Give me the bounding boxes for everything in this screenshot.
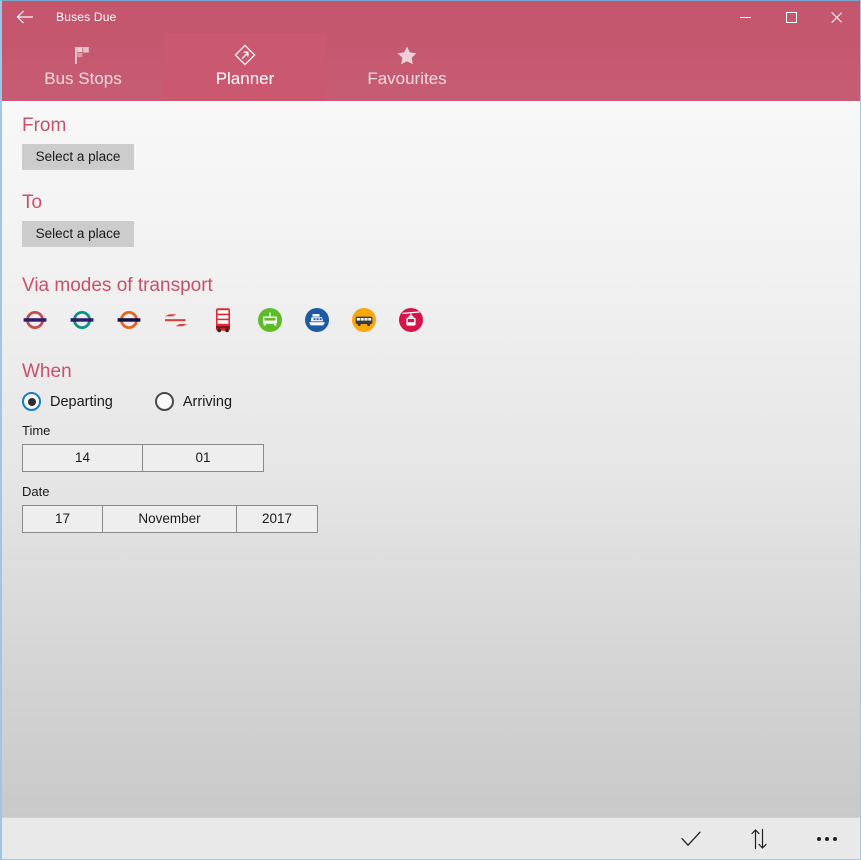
to-section-header: To <box>22 192 43 213</box>
tram-icon <box>257 307 283 333</box>
radio-arriving[interactable]: Arriving <box>154 392 233 411</box>
flag-icon <box>71 43 95 67</box>
check-icon <box>680 830 702 848</box>
star-icon <box>395 43 419 67</box>
tab-favourites[interactable]: Favourites <box>326 33 488 101</box>
tab-label-planner: Planner <box>215 69 275 88</box>
swap-arrows-icon <box>749 828 769 850</box>
minimize-button[interactable] <box>722 1 768 33</box>
mode-cable-car[interactable] <box>398 307 424 333</box>
pivot-header: Bus Stops Planner Favourites <box>2 33 860 101</box>
minute-select[interactable]: 01 <box>143 445 263 471</box>
time-field-label: Time <box>22 423 51 438</box>
time-picker: 14 01 <box>22 444 264 472</box>
radio-arriving-mark <box>154 392 174 411</box>
mode-dlr[interactable] <box>116 307 142 333</box>
back-button[interactable] <box>2 1 48 33</box>
mode-river-boat[interactable] <box>304 307 330 333</box>
to-select-place-button[interactable]: Select a place <box>22 221 134 247</box>
date-field-label: Date <box>22 484 50 499</box>
year-select[interactable]: 2017 <box>237 506 317 532</box>
radio-departing[interactable]: Departing <box>22 392 113 411</box>
mode-national-rail[interactable] <box>163 307 189 333</box>
cable-car-icon <box>398 307 424 333</box>
roundel-icon <box>69 309 95 331</box>
planner-form: From Select a place To Select a place Vi… <box>2 101 860 817</box>
coach-icon <box>351 307 377 333</box>
when-radio-group: Departing Arriving <box>22 392 860 411</box>
mode-bus[interactable] <box>210 307 236 333</box>
route-diamond-icon <box>233 43 257 67</box>
ferry-icon <box>304 307 330 333</box>
back-arrow-icon <box>16 10 34 24</box>
app-window: Buses Due Bus Stops Planner Favourites F… <box>0 0 861 860</box>
mode-coach[interactable] <box>351 307 377 333</box>
maximize-button[interactable] <box>768 1 814 33</box>
from-select-place-button[interactable]: Select a place <box>22 144 134 170</box>
swap-button[interactable] <box>736 820 782 858</box>
caption-buttons <box>722 1 860 33</box>
close-button[interactable] <box>814 1 860 33</box>
national-rail-arrows-icon <box>163 310 189 330</box>
more-button[interactable] <box>804 820 850 858</box>
tab-planner[interactable]: Planner <box>164 33 326 101</box>
month-select[interactable]: November <box>103 506 237 532</box>
accept-button[interactable] <box>668 820 714 858</box>
radio-arriving-label: Arriving <box>182 393 233 410</box>
tab-label-favourites: Favourites <box>367 69 447 88</box>
roundel-icon <box>116 309 142 331</box>
mode-overground[interactable] <box>69 307 95 333</box>
day-select[interactable]: 17 <box>23 506 103 532</box>
command-bar <box>2 817 860 859</box>
minimize-icon <box>739 16 751 18</box>
tab-bus-stops[interactable]: Bus Stops <box>2 33 164 101</box>
ellipsis-icon <box>817 836 837 841</box>
maximize-icon <box>785 11 797 23</box>
radio-departing-mark <box>22 392 41 411</box>
mode-tube[interactable] <box>22 307 48 333</box>
hour-select[interactable]: 14 <box>23 445 143 471</box>
close-icon <box>831 11 843 23</box>
double-decker-bus-icon <box>212 307 234 333</box>
from-section-header: From <box>22 115 67 136</box>
mode-tram[interactable] <box>257 307 283 333</box>
transport-modes-row <box>22 307 860 333</box>
tab-label-bus-stops: Bus Stops <box>44 69 122 88</box>
radio-departing-label: Departing <box>50 393 113 410</box>
date-picker: 17 November 2017 <box>22 505 318 533</box>
roundel-icon <box>22 309 48 331</box>
when-section-header: When <box>22 361 72 382</box>
title-bar: Buses Due <box>2 1 860 33</box>
app-title: Buses Due <box>56 10 117 24</box>
via-section-header: Via modes of transport <box>22 275 213 296</box>
